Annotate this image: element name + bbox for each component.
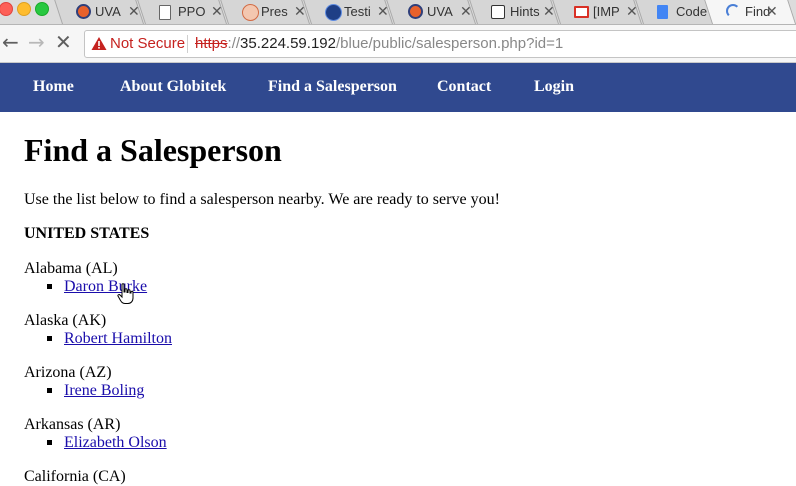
url-path: /blue/public/salesperson.php?id=1 xyxy=(335,35,564,52)
maximize-window-icon[interactable] xyxy=(35,2,49,16)
close-tab-icon[interactable]: ✕ xyxy=(294,3,306,20)
forward-icon[interactable]: → xyxy=(28,30,45,54)
url-host: 35.224.59.192 xyxy=(240,35,336,52)
pres-icon xyxy=(242,4,259,21)
state-label: Alaska (AK) xyxy=(24,312,107,329)
nav-login[interactable]: Login xyxy=(534,78,574,96)
browser-tab[interactable]: Pres ✕ xyxy=(220,0,310,24)
salesperson-link[interactable]: Elizabeth Olson xyxy=(64,434,167,452)
browser-tab-active[interactable]: Find ✕ xyxy=(704,0,796,24)
loading-icon xyxy=(726,4,740,18)
warning-icon xyxy=(91,37,107,50)
url-scheme: https xyxy=(195,35,228,52)
c-icon xyxy=(491,5,505,19)
close-tab-icon[interactable]: ✕ xyxy=(766,3,778,20)
close-tab-icon[interactable]: ✕ xyxy=(543,3,555,20)
page-icon xyxy=(159,5,171,20)
salesperson-link[interactable]: Irene Boling xyxy=(64,382,144,400)
nav-home[interactable]: Home xyxy=(33,78,74,96)
hand-cursor-icon xyxy=(117,283,134,304)
url-text[interactable]: https://35.224.59.192/blue/public/salesp… xyxy=(195,35,563,52)
list-bullet xyxy=(47,284,52,289)
uva-icon xyxy=(408,4,423,19)
intro-text: Use the list below to find a salesperson… xyxy=(24,191,500,208)
page-title: Find a Salesperson xyxy=(24,132,282,168)
browser-tab[interactable]: [IMP ✕ xyxy=(552,0,642,24)
back-icon[interactable]: ← xyxy=(2,30,19,54)
close-tab-icon[interactable]: ✕ xyxy=(626,3,638,20)
uva-icon xyxy=(76,4,91,19)
site-nav: Home About Globitek Find a Salesperson C… xyxy=(0,63,796,112)
divider xyxy=(187,35,188,53)
state-label: California (CA) xyxy=(24,468,126,485)
state-label: Arkansas (AR) xyxy=(24,416,121,433)
list-bullet xyxy=(47,440,52,445)
browser-tab[interactable]: UVA ✕ xyxy=(386,0,476,24)
close-tab-icon[interactable]: ✕ xyxy=(377,3,389,20)
browser-tab[interactable]: UVA ✕ xyxy=(54,0,144,24)
close-window-icon[interactable] xyxy=(0,2,13,16)
docs-icon xyxy=(657,5,668,19)
globe-icon xyxy=(325,4,342,21)
stop-loading-icon[interactable]: ✕ xyxy=(55,30,72,54)
browser-tab[interactable]: PPO ✕ xyxy=(137,0,227,24)
gmail-icon xyxy=(574,6,589,18)
browser-tab-strip: UVA ✕ PPO ✕ Pres ✕ Testi ✕ UVA ✕ Hints ✕… xyxy=(0,0,796,25)
address-bar[interactable]: Not Secure https://35.224.59.192/blue/pu… xyxy=(84,30,796,58)
browser-toolbar: ← → ✕ Not Secure https://35.224.59.192/b… xyxy=(0,25,796,63)
close-tab-icon[interactable]: ✕ xyxy=(460,3,472,20)
state-label: Arizona (AZ) xyxy=(24,364,112,381)
nav-about-globitek[interactable]: About Globitek xyxy=(120,78,226,96)
minimize-window-icon[interactable] xyxy=(17,2,31,16)
close-tab-icon[interactable]: ✕ xyxy=(128,3,140,20)
url-separator: :// xyxy=(227,35,241,52)
list-bullet xyxy=(47,336,52,341)
security-label[interactable]: Not Secure xyxy=(110,35,185,52)
state-label: Alabama (AL) xyxy=(24,260,118,277)
salesperson-link[interactable]: Robert Hamilton xyxy=(64,330,172,348)
close-tab-icon[interactable]: ✕ xyxy=(211,3,223,20)
browser-tab[interactable]: Hints ✕ xyxy=(469,0,559,24)
browser-tab[interactable]: Testi ✕ xyxy=(303,0,393,24)
nav-find-a-salesperson[interactable]: Find a Salesperson xyxy=(268,78,397,96)
nav-contact[interactable]: Contact xyxy=(437,78,491,96)
country-heading: UNITED STATES xyxy=(24,225,150,242)
list-bullet xyxy=(47,388,52,393)
